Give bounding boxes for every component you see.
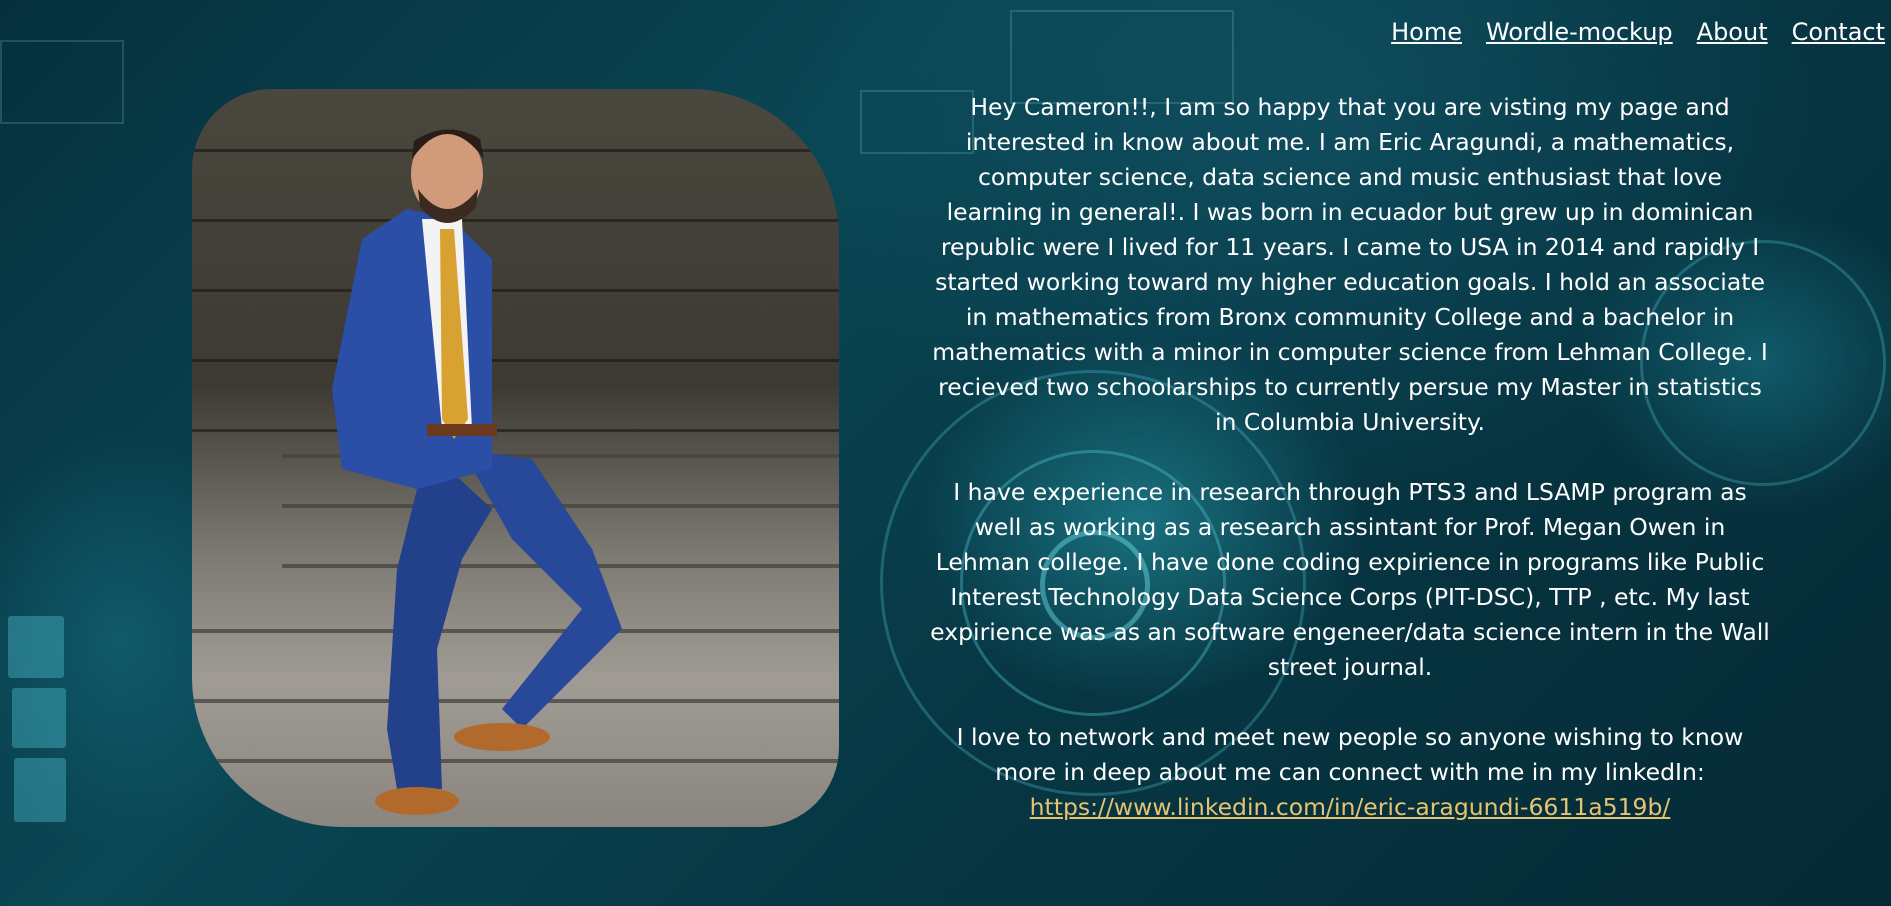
nav-link-home[interactable]: Home [1391,18,1462,46]
top-nav: Home Wordle-mockup About Contact [1391,18,1885,46]
person-figure [332,129,622,815]
nav-link-wordle-mockup[interactable]: Wordle-mockup [1486,18,1673,46]
linkedin-link[interactable]: https://www.linkedin.com/in/eric-aragund… [1030,793,1671,821]
bio-intro-paragraph: Hey Cameron!!, I am so happy that you ar… [932,93,1768,436]
hud-block-decoration [8,616,64,678]
hud-panel-decoration [0,40,124,124]
profile-photo [192,89,839,827]
nav-link-contact[interactable]: Contact [1792,18,1885,46]
bio-network-text: I love to network and meet new people so… [956,723,1744,786]
bio-experience-paragraph: I have experience in research through PT… [930,478,1770,681]
nav-link-about[interactable]: About [1697,18,1768,46]
hud-block-decoration [12,688,66,748]
bio-section: Hey Cameron!!, I am so happy that you ar… [930,90,1770,860]
bio-network-paragraph: I love to network and meet new people so… [930,720,1770,825]
hud-block-decoration [14,758,66,822]
